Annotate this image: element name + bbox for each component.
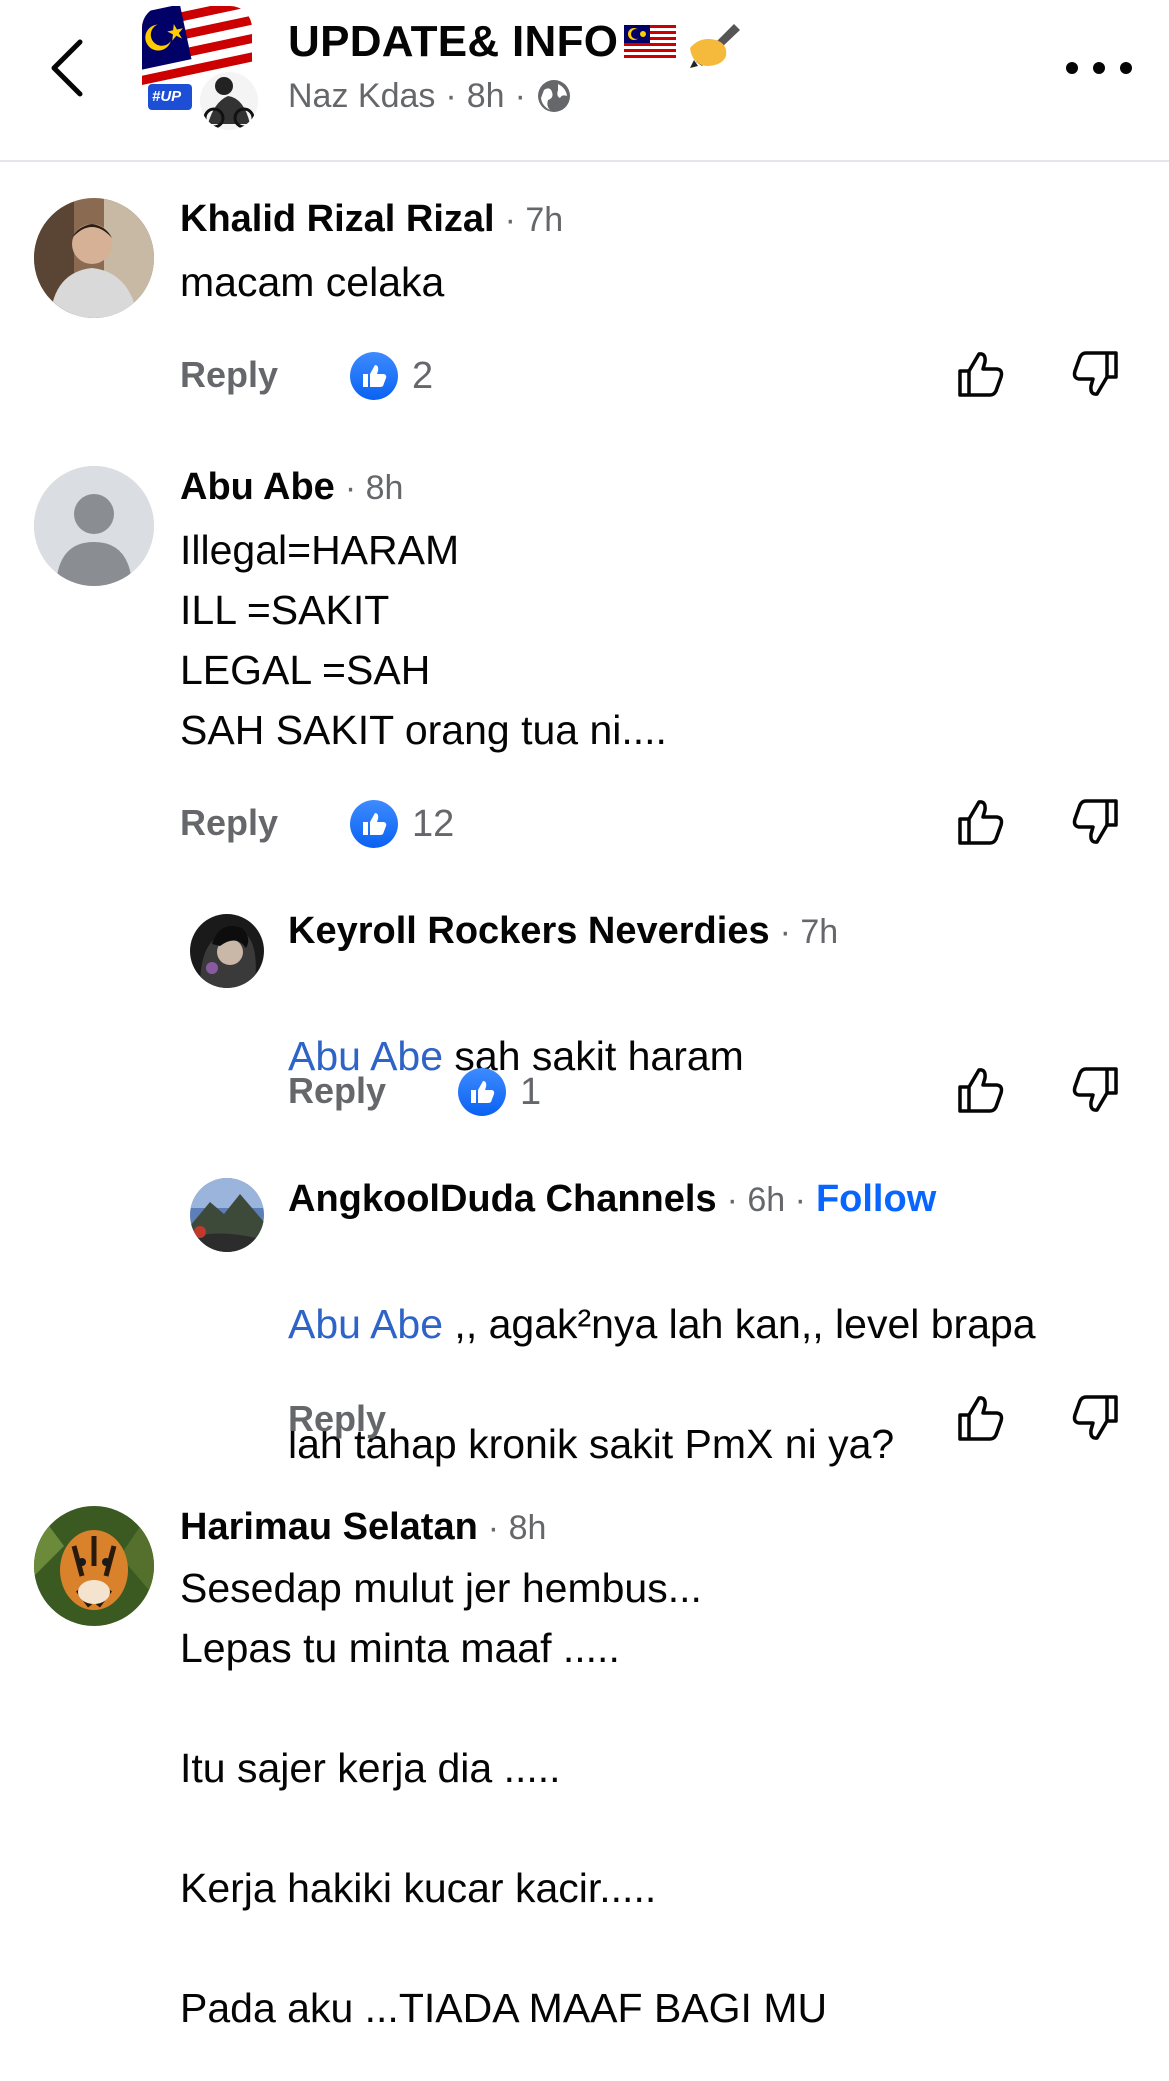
group-title[interactable]: UPDATE& INFO [288,16,744,68]
avatar[interactable] [190,914,264,988]
thumbs-up-icon [958,800,1004,845]
upvote-button[interactable] [952,1062,1008,1118]
more-dot [1066,62,1078,74]
comment-time: · 7h [504,201,564,239]
writing-hand-icon [690,24,741,68]
malaysia-flag-icon [624,25,677,59]
chevron-left-icon [51,39,83,97]
thumbs-up-icon [958,1396,1004,1441]
comment-text: Abu Abe ,, agak²nya lah kan,, level brap… [288,1234,1036,1474]
like-icon [458,1068,506,1116]
more-options-button[interactable] [1066,48,1132,88]
comment-time: · 8h [344,469,404,507]
author-avatar [196,68,262,134]
upvote-button[interactable] [952,794,1008,850]
like-icon [350,352,398,400]
thumbs-down-icon [1072,351,1118,396]
comment-text: Sesedap mulut jer hembus... Lepas tu min… [180,1565,828,2031]
comment-time: · 8h [487,1509,547,1547]
thumbs-down-icon [1072,1067,1118,1112]
reply-button[interactable]: Reply [288,1070,386,1112]
reaction-summary[interactable]: 1 [458,1066,541,1118]
commenter-name[interactable]: Harimau Selatan [180,1506,478,1549]
comment-time: · 6h · [726,1181,806,1219]
reaction-count: 12 [412,802,455,845]
reply-angkoolduda: AngkoolDuda Channels · 6h · Follow Abu A… [0,1168,1169,1468]
commenter-name[interactable]: AngkoolDuda Channels [288,1178,717,1221]
thumbs-down-icon [1072,1395,1118,1440]
more-dot [1120,62,1132,74]
avatar[interactable] [190,1178,264,1252]
commenter-name[interactable]: Keyroll Rockers Neverdies [288,910,770,953]
post-time: 8h [466,76,505,115]
thumbs-down-icon [1072,799,1118,844]
avatar-badge: #UP [152,88,182,105]
more-dot [1093,62,1105,74]
avatar[interactable] [34,1506,154,1626]
comment-harimau-selatan: Harimau Selatan · 8h Sesedap mulut jer h… [0,1490,1169,2080]
commenter-name[interactable]: Khalid Rizal Rizal [180,198,495,241]
post-meta: Naz Kdas · 8h · [288,74,572,118]
reply-button[interactable]: Reply [180,802,278,844]
comment-abu-abe: Abu Abe · 8h Illegal=HARAM ILL =SAKIT LE… [0,448,1169,868]
globe-icon [537,80,570,112]
reply-keyroll: Keyroll Rockers Neverdies · 7h Abu Abe s… [0,900,1169,1140]
separator: · [514,76,526,115]
reaction-count: 1 [520,1070,542,1113]
back-button[interactable] [40,36,96,100]
follow-button[interactable]: Follow [816,1178,936,1221]
author-name[interactable]: Naz Kdas [288,77,435,116]
commenter-name[interactable]: Abu Abe [180,466,335,509]
downvote-button[interactable] [1068,346,1124,402]
post-header: #UP UPDATE& INFO Naz Kdas · 8h · [0,0,1169,162]
downvote-button[interactable] [1068,1390,1124,1446]
downvote-button[interactable] [1068,794,1124,850]
upvote-button[interactable] [952,346,1008,402]
separator: · [445,76,457,115]
thumbs-up-icon [958,352,1004,397]
like-icon [350,800,398,848]
downvote-button[interactable] [1068,1062,1124,1118]
reply-button[interactable]: Reply [180,354,278,396]
group-avatar[interactable]: #UP [142,6,262,134]
default-avatar[interactable] [34,466,154,586]
thumbs-up-icon [958,1068,1004,1113]
reaction-summary[interactable]: 12 [350,798,454,850]
group-title-text: UPDATE& INFO [288,17,619,66]
comment-body-line1: ,, agak²nya lah kan,, level brapa [443,1301,1036,1347]
reaction-summary[interactable]: 2 [350,350,433,402]
mention-link[interactable]: Abu Abe [288,1301,443,1347]
avatar[interactable] [34,198,154,318]
upvote-button[interactable] [952,1390,1008,1446]
reaction-count: 2 [412,354,434,397]
comment-text: macam celaka [180,259,445,305]
reply-button[interactable]: Reply [288,1398,386,1440]
comment-text: Illegal=HARAM ILL =SAKIT LEGAL =SAH SAH … [180,527,667,753]
comment-khalid: Khalid Rizal Rizal · 7h macam celaka Rep… [0,180,1169,420]
comment-time: · 7h [779,913,839,951]
